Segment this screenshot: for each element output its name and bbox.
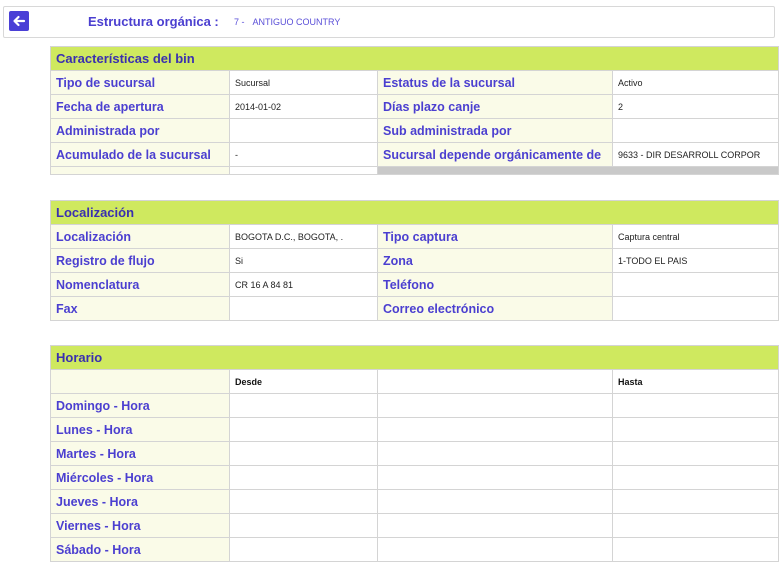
field-value: Captura central [611,224,780,249]
table-row: Localización BOGOTA D.C., BOGOTA, . Tipo… [50,224,780,249]
field-label: Estatus de la sucursal [377,70,613,95]
arrow-left-icon [13,15,26,27]
field-label: Acumulado de la sucursal [50,142,230,167]
field-value: 9633 - DIR DESARROLL CORPOR [611,142,780,167]
field-label: Tipo de sucursal [50,70,230,95]
field-value: - [229,142,378,167]
table-row [50,166,780,175]
day-label: Miércoles - Hora [50,465,230,490]
field-label: Tipo captura [377,224,613,249]
org-structure-bar: Estructura orgánica : 7 - ANTIGUO COUNTRY [3,6,775,38]
field-value [229,118,378,143]
table-row: Administrada por Sub administrada por [50,118,780,143]
field-label: Días plazo canje [377,94,613,119]
field-label: Teléfono [377,272,613,297]
day-label: Sábado - Hora [50,537,230,562]
field-value: 1-TODO EL PAIS [611,248,780,273]
table-row: Lunes - Hora [50,417,780,442]
table-row: Sábado - Hora [50,537,780,562]
org-structure-label: Estructura orgánica : [88,14,219,29]
org-code: 7 - [234,17,245,27]
table-row: Jueves - Hora [50,489,780,514]
day-label: Viernes - Hora [50,513,230,538]
table-row: Miércoles - Hora [50,465,780,490]
table-row: Domingo - Hora [50,393,780,418]
field-label: Zona [377,248,613,273]
field-value [611,272,780,297]
field-value: CR 16 A 84 81 [229,272,378,297]
field-value: Activo [611,70,780,95]
field-value [229,296,378,321]
field-value [611,118,780,143]
field-label: Correo electrónico [377,296,613,321]
field-label: Fecha de apertura [50,94,230,119]
field-label: Nomenclatura [50,272,230,297]
column-header-desde: Desde [229,369,378,394]
localizacion-table: Localización Localización BOGOTA D.C., B… [49,200,780,321]
table-row: Fecha de apertura 2014-01-02 Días plazo … [50,94,780,119]
field-label: Sub administrada por [377,118,613,143]
table-header-row: Desde Hasta [50,369,780,394]
field-value: Sucursal [229,70,378,95]
table-row: Registro de flujo Si Zona 1-TODO EL PAIS [50,248,780,273]
caracteristicas-table: Características del bin Tipo de sucursal… [49,46,780,175]
field-value: BOGOTA D.C., BOGOTA, . [229,224,378,249]
field-label: Fax [50,296,230,321]
section-title: Horario [49,345,780,370]
scrollbar-track [376,166,780,175]
table-row: Martes - Hora [50,441,780,466]
day-label: Domingo - Hora [50,393,230,418]
field-value: Si [229,248,378,273]
field-label: Administrada por [50,118,230,143]
field-value: 2014-01-02 [229,94,378,119]
org-name: ANTIGUO COUNTRY [252,17,341,27]
field-value: 2 [611,94,780,119]
field-value [611,296,780,321]
table-row: Tipo de sucursal Sucursal Estatus de la … [50,70,780,95]
horario-table: Horario Desde Hasta Domingo - Hora Lunes… [49,345,780,562]
field-label: Registro de flujo [50,248,230,273]
table-row: Acumulado de la sucursal - Sucursal depe… [50,142,780,167]
day-label: Jueves - Hora [50,489,230,514]
table-row: Viernes - Hora [50,513,780,538]
table-row: Nomenclatura CR 16 A 84 81 Teléfono [50,272,780,297]
day-label: Lunes - Hora [50,417,230,442]
section-title: Características del bin [49,46,780,71]
back-button[interactable] [9,11,29,31]
org-structure-value: 7 - ANTIGUO COUNTRY [234,17,340,27]
column-header-hasta: Hasta [611,369,780,394]
field-label: Sucursal depende orgánicamente de [377,142,613,167]
table-row: Fax Correo electrónico [50,296,780,321]
section-title: Localización [49,200,780,225]
field-label: Localización [50,224,230,249]
day-label: Martes - Hora [50,441,230,466]
